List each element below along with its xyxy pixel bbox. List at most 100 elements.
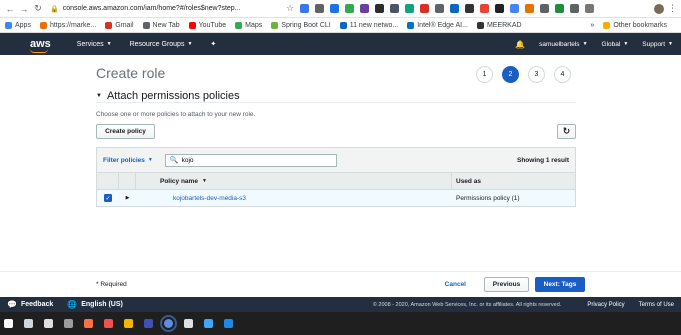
more-bookmarks-icon[interactable]: » xyxy=(590,22,594,29)
taskbar-app-icon[interactable] xyxy=(124,319,133,328)
row-checkbox[interactable]: ✓ xyxy=(104,194,112,202)
column-header-policy-name[interactable]: Policy name ▼ xyxy=(136,173,452,189)
bookmark-item[interactable]: MEERKAD xyxy=(476,21,522,29)
region-menu[interactable]: Global ▼ xyxy=(602,41,629,48)
section-header[interactable]: ▼ Attach permissions policies xyxy=(96,89,576,103)
copyright-text: © 2008 - 2020, Amazon Web Services, Inc.… xyxy=(372,301,562,308)
taskbar-app-icon[interactable] xyxy=(160,315,177,332)
header-check-cell xyxy=(97,173,119,189)
column-header-used-as[interactable]: Used as xyxy=(452,173,481,189)
table-header: Policy name ▼ Used as xyxy=(97,173,575,190)
sort-down-icon: ▼ xyxy=(201,178,207,184)
taskbar-app-icon[interactable] xyxy=(24,319,33,328)
extension-icon[interactable] xyxy=(360,4,370,13)
chat-bubble-icon: 💬 xyxy=(7,300,17,309)
bookmark-item[interactable]: Intel® Edge AI... xyxy=(407,21,468,29)
back-icon[interactable]: ← xyxy=(4,3,16,15)
support-menu[interactable]: Support ▼ xyxy=(642,41,673,48)
bookmark-label: Apps xyxy=(15,21,31,29)
bookmark-item[interactable]: New Tab xyxy=(142,21,180,29)
resource-groups-menu[interactable]: Resource Groups ▼ xyxy=(130,41,193,48)
extension-icon[interactable] xyxy=(330,4,340,13)
bookmark-item[interactable]: 11 new netwo... xyxy=(339,21,398,29)
extension-icon[interactable] xyxy=(540,4,550,13)
extension-icon[interactable] xyxy=(495,4,505,13)
other-bookmarks-folder[interactable]: Other bookmarks xyxy=(603,21,667,29)
taskbar-app-icon[interactable] xyxy=(144,319,153,328)
bookmark-item[interactable]: Spring Boot CLI xyxy=(271,21,331,29)
profile-avatar[interactable] xyxy=(654,3,664,14)
feedback-button[interactable]: 💬 Feedback xyxy=(7,300,53,309)
extension-icon[interactable] xyxy=(570,4,580,13)
extension-icon[interactable] xyxy=(300,4,310,13)
bookmark-item[interactable]: Gmail xyxy=(105,21,134,29)
create-policy-button[interactable]: Create policy xyxy=(96,124,155,139)
services-menu[interactable]: Services ▼ xyxy=(77,41,112,48)
chevron-down-icon: ▼ xyxy=(668,41,673,47)
feedback-label: Feedback xyxy=(20,301,54,308)
taskbar-app-icon[interactable] xyxy=(84,319,93,328)
taskbar-app-icon[interactable] xyxy=(4,319,13,328)
extension-icons xyxy=(300,4,648,13)
cancel-button[interactable]: Cancel xyxy=(445,281,466,288)
taskbar-app-icon[interactable] xyxy=(224,319,233,328)
policy-search-box[interactable]: 🔍 xyxy=(164,153,337,167)
bookmark-item[interactable]: Apps xyxy=(5,21,31,29)
bookmark-item[interactable]: Maps xyxy=(235,21,262,29)
address-bar[interactable]: 🔒 console.aws.amazon.com/iam/home?#/role… xyxy=(50,2,282,15)
refresh-icon: ↻ xyxy=(562,126,571,136)
browser-toolbar: ← → ↻ 🔒 console.aws.amazon.com/iam/home?… xyxy=(0,0,681,18)
step-4[interactable]: 4 xyxy=(554,66,571,83)
taskbar-app-icon[interactable] xyxy=(64,319,73,328)
extension-icon[interactable] xyxy=(510,4,520,13)
extension-icon[interactable] xyxy=(525,4,535,13)
row-expand-cell: ▶ xyxy=(119,190,136,206)
policy-name-link[interactable]: kojobartels-dev-media-s3 xyxy=(160,190,452,206)
step-3[interactable]: 3 xyxy=(528,66,545,83)
extension-icon[interactable] xyxy=(315,4,325,13)
search-input[interactable] xyxy=(181,156,322,164)
extension-icon[interactable] xyxy=(420,4,430,13)
expand-row-icon[interactable]: ▶ xyxy=(119,190,136,206)
extension-icon[interactable] xyxy=(450,4,460,13)
account-menu[interactable]: samuelbartels ▼ xyxy=(539,41,587,48)
bell-icon[interactable]: 🔔 xyxy=(515,40,525,49)
main-content: Create role 1 2 3 4 ▼ Attach permissions… xyxy=(0,55,681,297)
collapse-triangle-icon[interactable]: ▼ xyxy=(96,93,102,99)
step-1[interactable]: 1 xyxy=(476,66,493,83)
extension-icon[interactable] xyxy=(465,4,475,13)
extension-icon[interactable] xyxy=(390,4,400,13)
aws-logo[interactable]: aws xyxy=(30,38,51,53)
pin-icon[interactable]: ✦ xyxy=(210,40,216,48)
extension-icon[interactable] xyxy=(480,4,490,13)
reload-icon[interactable]: ↻ xyxy=(32,3,44,15)
previous-button[interactable]: Previous xyxy=(484,277,529,292)
filter-policies-dropdown[interactable]: Filter policies ▼ xyxy=(103,157,153,164)
language-selector[interactable]: 🌐 English (US) xyxy=(67,300,123,309)
extension-icon[interactable] xyxy=(405,4,415,13)
browser-menu-icon[interactable]: ⋮ xyxy=(668,3,677,14)
extension-icon[interactable] xyxy=(435,4,445,13)
extension-icon[interactable] xyxy=(585,4,595,13)
terms-of-use-link[interactable]: Terms of Use xyxy=(639,302,674,308)
chevron-down-icon: ▼ xyxy=(582,41,588,47)
bookmark-item[interactable]: https://marke... xyxy=(39,21,96,29)
forward-icon[interactable]: → xyxy=(18,3,30,15)
bookmark-item[interactable]: YouTube xyxy=(188,21,226,29)
refresh-button[interactable]: ↻ xyxy=(557,124,576,139)
extension-icon[interactable] xyxy=(555,4,565,13)
bookmark-star-icon[interactable]: ☆ xyxy=(286,3,294,14)
table-row[interactable]: ✓ ▶ kojobartels-dev-media-s3 Permissions… xyxy=(97,190,575,206)
privacy-policy-link[interactable]: Privacy Policy xyxy=(587,302,624,308)
next-tags-button[interactable]: Next: Tags xyxy=(535,277,585,292)
taskbar-app-icon[interactable] xyxy=(44,319,53,328)
support-label: Support xyxy=(642,40,666,48)
extension-icon[interactable] xyxy=(345,4,355,13)
step-2[interactable]: 2 xyxy=(502,66,519,83)
taskbar-app-icon[interactable] xyxy=(204,319,213,328)
url-text: console.aws.amazon.com/iam/home?#/roles$… xyxy=(62,5,241,12)
folder-icon xyxy=(603,21,611,29)
taskbar-app-icon[interactable] xyxy=(104,319,113,328)
extension-icon[interactable] xyxy=(375,4,385,13)
taskbar-app-icon[interactable] xyxy=(184,319,193,328)
